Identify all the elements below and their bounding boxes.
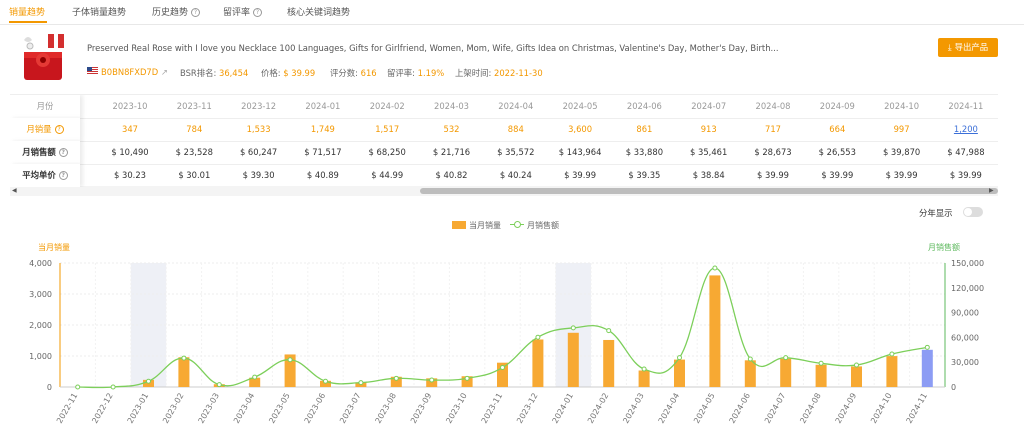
bar-2024-09	[851, 366, 862, 387]
bar-2024-06	[744, 360, 756, 387]
revenue-point-2023-09	[429, 377, 435, 383]
sales-trend-chart: 0 1,000 2,000 3,000 4,000 0 30,000 60,000 90,000…	[29, 259, 984, 425]
row-label-sales: 月销量?	[10, 118, 80, 141]
revenue-point-2024-10	[889, 351, 895, 357]
row-label-text: 月销售额	[22, 147, 56, 157]
bar-2024-03	[638, 370, 650, 387]
revenue-point-2022-12	[110, 384, 116, 390]
x-tick-label: 2024-11	[905, 392, 930, 425]
revenue-point-2024-03	[641, 366, 647, 372]
x-tick-label: 2023-07	[338, 392, 363, 425]
x-tick-label: 2024-03	[621, 392, 646, 425]
x-tick-label: 2022-11	[55, 392, 80, 425]
x-tick-label: 2024-04	[657, 392, 682, 425]
x-tick-label: 2024-01	[551, 392, 576, 425]
y-left-tick-label: 1,000	[29, 352, 52, 361]
row-label-price: 平均单价?	[10, 164, 80, 187]
revenue-point-2023-05	[287, 357, 293, 363]
revenue-point-2023-02	[181, 355, 187, 361]
revenue-point-2023-08	[393, 375, 399, 381]
x-tick-label: 2023-08	[374, 392, 399, 425]
bar-2024-07	[780, 358, 792, 387]
y-left-tick-label: 4,000	[29, 259, 52, 268]
bar-2024-04	[674, 359, 685, 387]
x-tick-label: 2024-10	[869, 392, 894, 425]
revenue-point-2024-09	[854, 362, 859, 368]
y-right-tick-label: 150,000	[951, 259, 984, 268]
row-label-revenue: 月销售额?	[10, 141, 80, 164]
y-right-tick-label: 30,000	[951, 358, 979, 367]
y-right-tick-label: 120,000	[951, 284, 984, 293]
bar-2024-10	[886, 356, 898, 387]
row-label-text: 月份	[36, 101, 54, 111]
bar-2023-12	[532, 339, 544, 387]
x-tick-label: 2023-05	[267, 392, 292, 425]
x-tick-label: 2023-04	[232, 392, 257, 425]
x-tick-label: 2024-08	[798, 392, 823, 425]
revenue-point-2023-11	[500, 365, 505, 371]
x-tick-label: 2023-12	[515, 392, 540, 425]
bar-2024-08	[815, 364, 827, 387]
revenue-point-2023-12	[535, 334, 541, 340]
revenue-point-2023-06	[323, 378, 328, 384]
help-icon[interactable]: ?	[58, 148, 68, 157]
help-icon[interactable]: ?	[54, 125, 64, 134]
revenue-point-2024-07	[783, 355, 789, 361]
x-tick-label: 2024-09	[834, 392, 859, 425]
y-right-tick-label: 90,000	[951, 309, 979, 318]
bar-2024-05	[709, 275, 721, 387]
revenue-point-2023-10	[464, 375, 470, 381]
y-right-tick-label: 60,000	[951, 333, 979, 342]
x-tick-label: 2024-02	[586, 392, 611, 425]
revenue-point-2023-01	[146, 378, 151, 384]
bar-2024-11	[921, 349, 933, 387]
x-tick-label: 2024-05	[692, 392, 717, 425]
x-tick-label: 2023-03	[197, 392, 222, 425]
y-right-tick-label: 0	[951, 383, 956, 392]
revenue-point-2023-04	[252, 374, 258, 380]
x-tick-label: 2022-12	[90, 392, 115, 425]
x-tick-label: 2023-06	[303, 392, 328, 425]
x-tick-label: 2024-07	[763, 392, 788, 425]
revenue-point-2023-03	[216, 382, 222, 388]
y-left-tick-label: 2,000	[29, 321, 52, 330]
help-icon[interactable]: ?	[58, 171, 68, 180]
revenue-point-2024-02	[606, 328, 612, 334]
x-tick-label: 2023-01	[126, 392, 151, 425]
row-label-text: 平均单价	[22, 170, 56, 180]
revenue-point-2024-05	[712, 265, 718, 271]
x-tick-label: 2023-09	[409, 392, 434, 425]
revenue-point-2024-04	[677, 355, 682, 361]
x-tick-label: 2023-02	[161, 392, 186, 425]
x-tick-label: 2023-11	[480, 392, 505, 425]
bar-2023-02	[178, 357, 190, 387]
y-left-tick-label: 0	[47, 383, 52, 392]
row-label-text: 月销量	[26, 124, 52, 134]
revenue-point-2022-11	[75, 384, 81, 390]
x-tick-label: 2023-10	[444, 392, 469, 425]
revenue-point-2024-01	[570, 325, 576, 331]
revenue-point-2024-08	[818, 360, 824, 366]
bar-2024-02	[603, 339, 615, 387]
revenue-point-2024-11	[924, 344, 930, 350]
x-tick-label: 2024-06	[728, 392, 753, 425]
row-label-month: 月份	[10, 95, 80, 118]
y-left-tick-label: 3,000	[29, 290, 52, 299]
revenue-point-2024-06	[747, 356, 753, 362]
bar-2024-01	[567, 332, 579, 387]
revenue-point-2023-07	[358, 380, 364, 386]
